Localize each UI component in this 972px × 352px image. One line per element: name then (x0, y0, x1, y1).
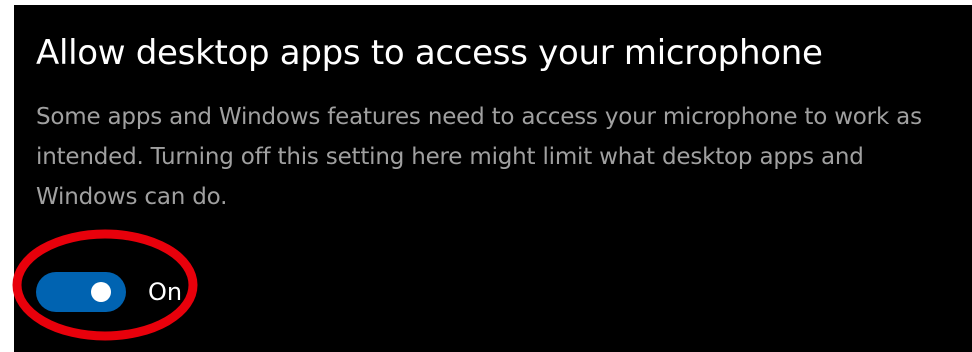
toggle-state-label: On (148, 278, 183, 306)
toggle-knob (91, 282, 111, 302)
microphone-toggle-row: On (36, 270, 182, 314)
section-title: Allow desktop apps to access your microp… (36, 33, 823, 73)
microphone-access-toggle[interactable] (36, 272, 126, 312)
settings-panel: Allow desktop apps to access your microp… (14, 5, 972, 352)
section-description: Some apps and Windows features need to a… (36, 104, 922, 210)
screenshot-canvas: Allow desktop apps to access your microp… (0, 0, 972, 352)
